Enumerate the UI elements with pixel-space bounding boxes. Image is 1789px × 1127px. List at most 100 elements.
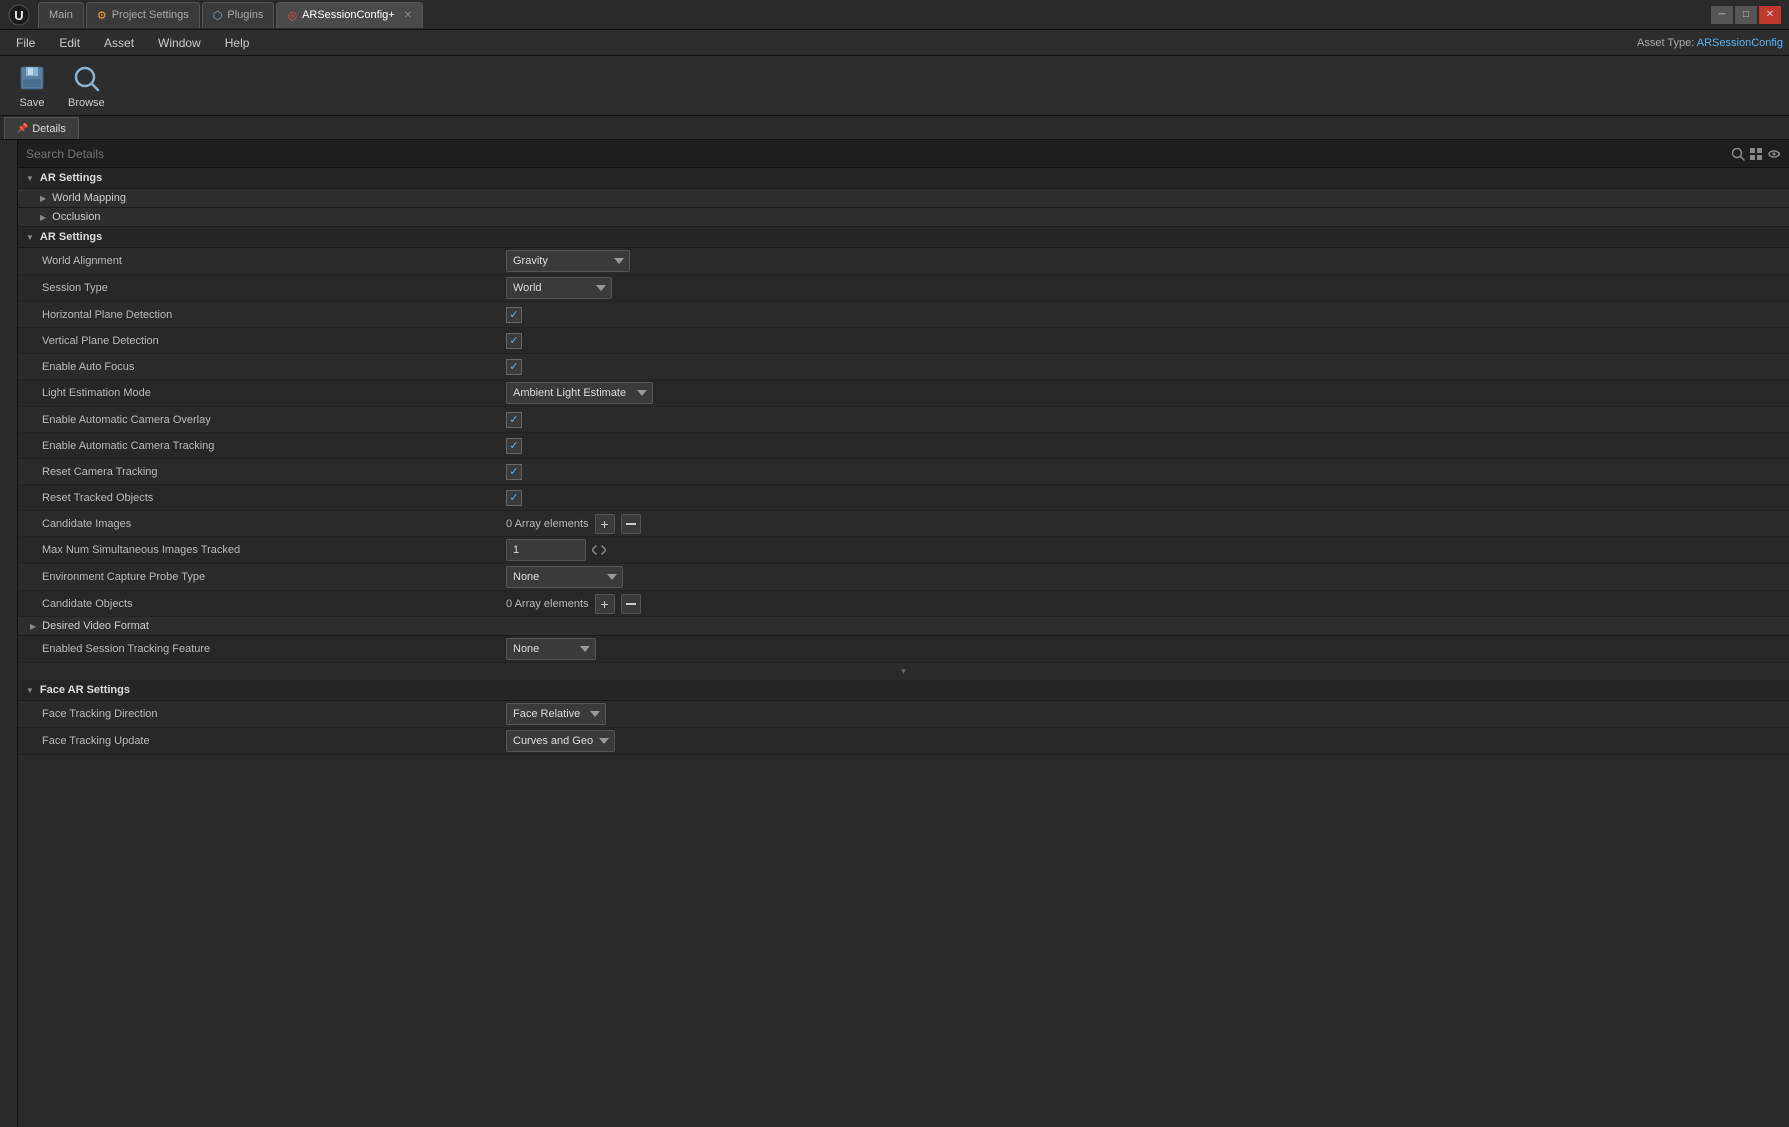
ar-settings-1-triangle: ▼ [26, 174, 34, 183]
reset-tracked-objects-control [498, 490, 1789, 506]
menu-bar: File Edit Asset Window Help Asset Type: … [0, 30, 1789, 56]
desired-video-format-row[interactable]: ▶ Desired Video Format [18, 617, 1789, 636]
face-tracking-update-label: Face Tracking Update [18, 735, 498, 747]
candidate-objects-add-button[interactable]: + [595, 594, 615, 614]
menu-window[interactable]: Window [148, 34, 211, 52]
details-tab-label: Details [32, 123, 66, 135]
search-bar [18, 140, 1789, 168]
candidate-objects-count: 0 Array elements [506, 598, 589, 610]
face-tracking-direction-row: Face Tracking Direction Face Relative Wo… [18, 701, 1789, 728]
session-tracking-feature-row: Enabled Session Tracking Feature None Tr… [18, 636, 1789, 663]
candidate-images-add-button[interactable]: + [595, 514, 615, 534]
menu-file[interactable]: File [6, 34, 45, 52]
ar-settings-2-triangle: ▼ [26, 233, 34, 242]
browse-label: Browse [68, 97, 105, 109]
ar-settings-section-1[interactable]: ▼ AR Settings [18, 168, 1789, 189]
maximize-button[interactable]: □ [1735, 6, 1757, 24]
vertical-plane-row: Vertical Plane Detection [18, 328, 1789, 354]
light-estimation-select[interactable]: Ambient Light Estimate None DirectionalL… [506, 382, 653, 404]
camera-tracking-label: Enable Automatic Camera Tracking [18, 440, 498, 452]
tab-arsession-config[interactable]: ◎ ARSessionConfig+ ✕ [276, 2, 423, 28]
desired-video-format-triangle: ▶ [30, 622, 36, 631]
face-ar-settings-section[interactable]: ▼ Face AR Settings [18, 680, 1789, 701]
eye-options-icon[interactable] [1767, 147, 1781, 161]
browse-button[interactable]: Browse [62, 58, 111, 113]
camera-tracking-checkbox[interactable] [506, 438, 522, 454]
candidate-images-array: 0 Array elements + [506, 514, 641, 534]
face-tracking-direction-control: Face Relative World Relative [498, 703, 1789, 725]
enable-auto-focus-checkbox[interactable] [506, 359, 522, 375]
ue-logo-icon: U [8, 4, 30, 26]
scroll-indicator: ▼ [18, 663, 1789, 680]
session-type-label: Session Type [18, 282, 498, 294]
candidate-images-row: Candidate Images 0 Array elements + [18, 511, 1789, 537]
reset-tracked-objects-checkbox[interactable] [506, 490, 522, 506]
occlusion-subsection[interactable]: ▶ Occlusion [18, 208, 1789, 227]
candidate-images-remove-button[interactable] [621, 514, 641, 534]
light-estimation-control: Ambient Light Estimate None DirectionalL… [498, 382, 1789, 404]
session-type-select[interactable]: World Face World and Face [506, 277, 612, 299]
arsession-icon: ◎ [287, 9, 297, 22]
session-type-control: World Face World and Face [498, 277, 1789, 299]
reset-camera-tracking-checkbox[interactable] [506, 464, 522, 480]
candidate-objects-array: 0 Array elements + [506, 594, 641, 614]
max-num-simultaneous-control [498, 539, 1789, 561]
candidate-objects-remove-button[interactable] [621, 594, 641, 614]
menu-asset[interactable]: Asset [94, 34, 144, 52]
browse-icon [70, 62, 102, 94]
pin-icon: 📌 [17, 123, 28, 134]
face-tracking-update-control: Curves and Geo Curves Only None [498, 730, 1789, 752]
camera-overlay-row: Enable Automatic Camera Overlay [18, 407, 1789, 433]
desired-video-format-label: Desired Video Format [42, 620, 149, 632]
tabs-area: Main ⚙ Project Settings ⬡ Plugins ◎ ARSe… [38, 0, 1711, 29]
menu-help[interactable]: Help [215, 34, 260, 52]
tab-main[interactable]: Main [38, 2, 84, 28]
enable-auto-focus-row: Enable Auto Focus [18, 354, 1789, 380]
reset-camera-tracking-row: Reset Camera Tracking [18, 459, 1789, 485]
face-tracking-update-select[interactable]: Curves and Geo Curves Only None [506, 730, 615, 752]
face-ar-settings-triangle: ▼ [26, 686, 34, 695]
save-button[interactable]: Save [10, 58, 54, 113]
window-controls: ─ □ ✕ [1711, 6, 1781, 24]
menu-edit[interactable]: Edit [49, 34, 90, 52]
horizontal-plane-control [498, 307, 1789, 323]
vertical-plane-control [498, 333, 1789, 349]
camera-overlay-control [498, 412, 1789, 428]
horizontal-plane-checkbox[interactable] [506, 307, 522, 323]
close-button[interactable]: ✕ [1759, 6, 1781, 24]
face-tracking-direction-select[interactable]: Face Relative World Relative [506, 703, 606, 725]
ar-settings-section-2[interactable]: ▼ AR Settings [18, 227, 1789, 248]
tab-close-icon[interactable]: ✕ [404, 10, 412, 21]
minimize-button[interactable]: ─ [1711, 6, 1733, 24]
env-capture-select[interactable]: None AutomaticCapture ManualCapture [506, 566, 623, 588]
toolbar: Save Browse [0, 56, 1789, 116]
reset-camera-tracking-label: Reset Camera Tracking [18, 466, 498, 478]
world-alignment-row: World Alignment Gravity GravityAndHeadin… [18, 248, 1789, 275]
max-num-simultaneous-input[interactable] [506, 539, 586, 561]
world-mapping-subsection[interactable]: ▶ World Mapping [18, 189, 1789, 208]
grid-view-icon[interactable] [1749, 147, 1763, 161]
vertical-plane-checkbox[interactable] [506, 333, 522, 349]
tab-project-settings[interactable]: ⚙ Project Settings [86, 2, 200, 28]
env-capture-row: Environment Capture Probe Type None Auto… [18, 564, 1789, 591]
tab-plugins-label: Plugins [227, 9, 263, 21]
tab-plugins[interactable]: ⬡ Plugins [202, 2, 275, 28]
light-estimation-row: Light Estimation Mode Ambient Light Esti… [18, 380, 1789, 407]
camera-tracking-control [498, 438, 1789, 454]
camera-tracking-row: Enable Automatic Camera Tracking [18, 433, 1789, 459]
world-mapping-label: World Mapping [52, 192, 126, 204]
details-tab[interactable]: 📌 Details [4, 117, 79, 139]
light-estimation-label: Light Estimation Mode [18, 387, 498, 399]
env-capture-control: None AutomaticCapture ManualCapture [498, 566, 1789, 588]
reset-tracked-objects-label: Reset Tracked Objects [18, 492, 498, 504]
camera-overlay-checkbox[interactable] [506, 412, 522, 428]
asset-type-value: ARSessionConfig [1697, 37, 1783, 49]
search-input[interactable] [26, 147, 1725, 161]
session-tracking-feature-select[interactable]: None Tracking Session [506, 638, 596, 660]
world-alignment-select[interactable]: Gravity GravityAndHeading Camera [506, 250, 630, 272]
face-ar-settings-label: Face AR Settings [40, 684, 130, 696]
candidate-images-label: Candidate Images [18, 518, 498, 530]
enable-auto-focus-label: Enable Auto Focus [18, 361, 498, 373]
search-icons [1731, 147, 1781, 161]
details-tab-bar: 📌 Details [0, 116, 1789, 140]
